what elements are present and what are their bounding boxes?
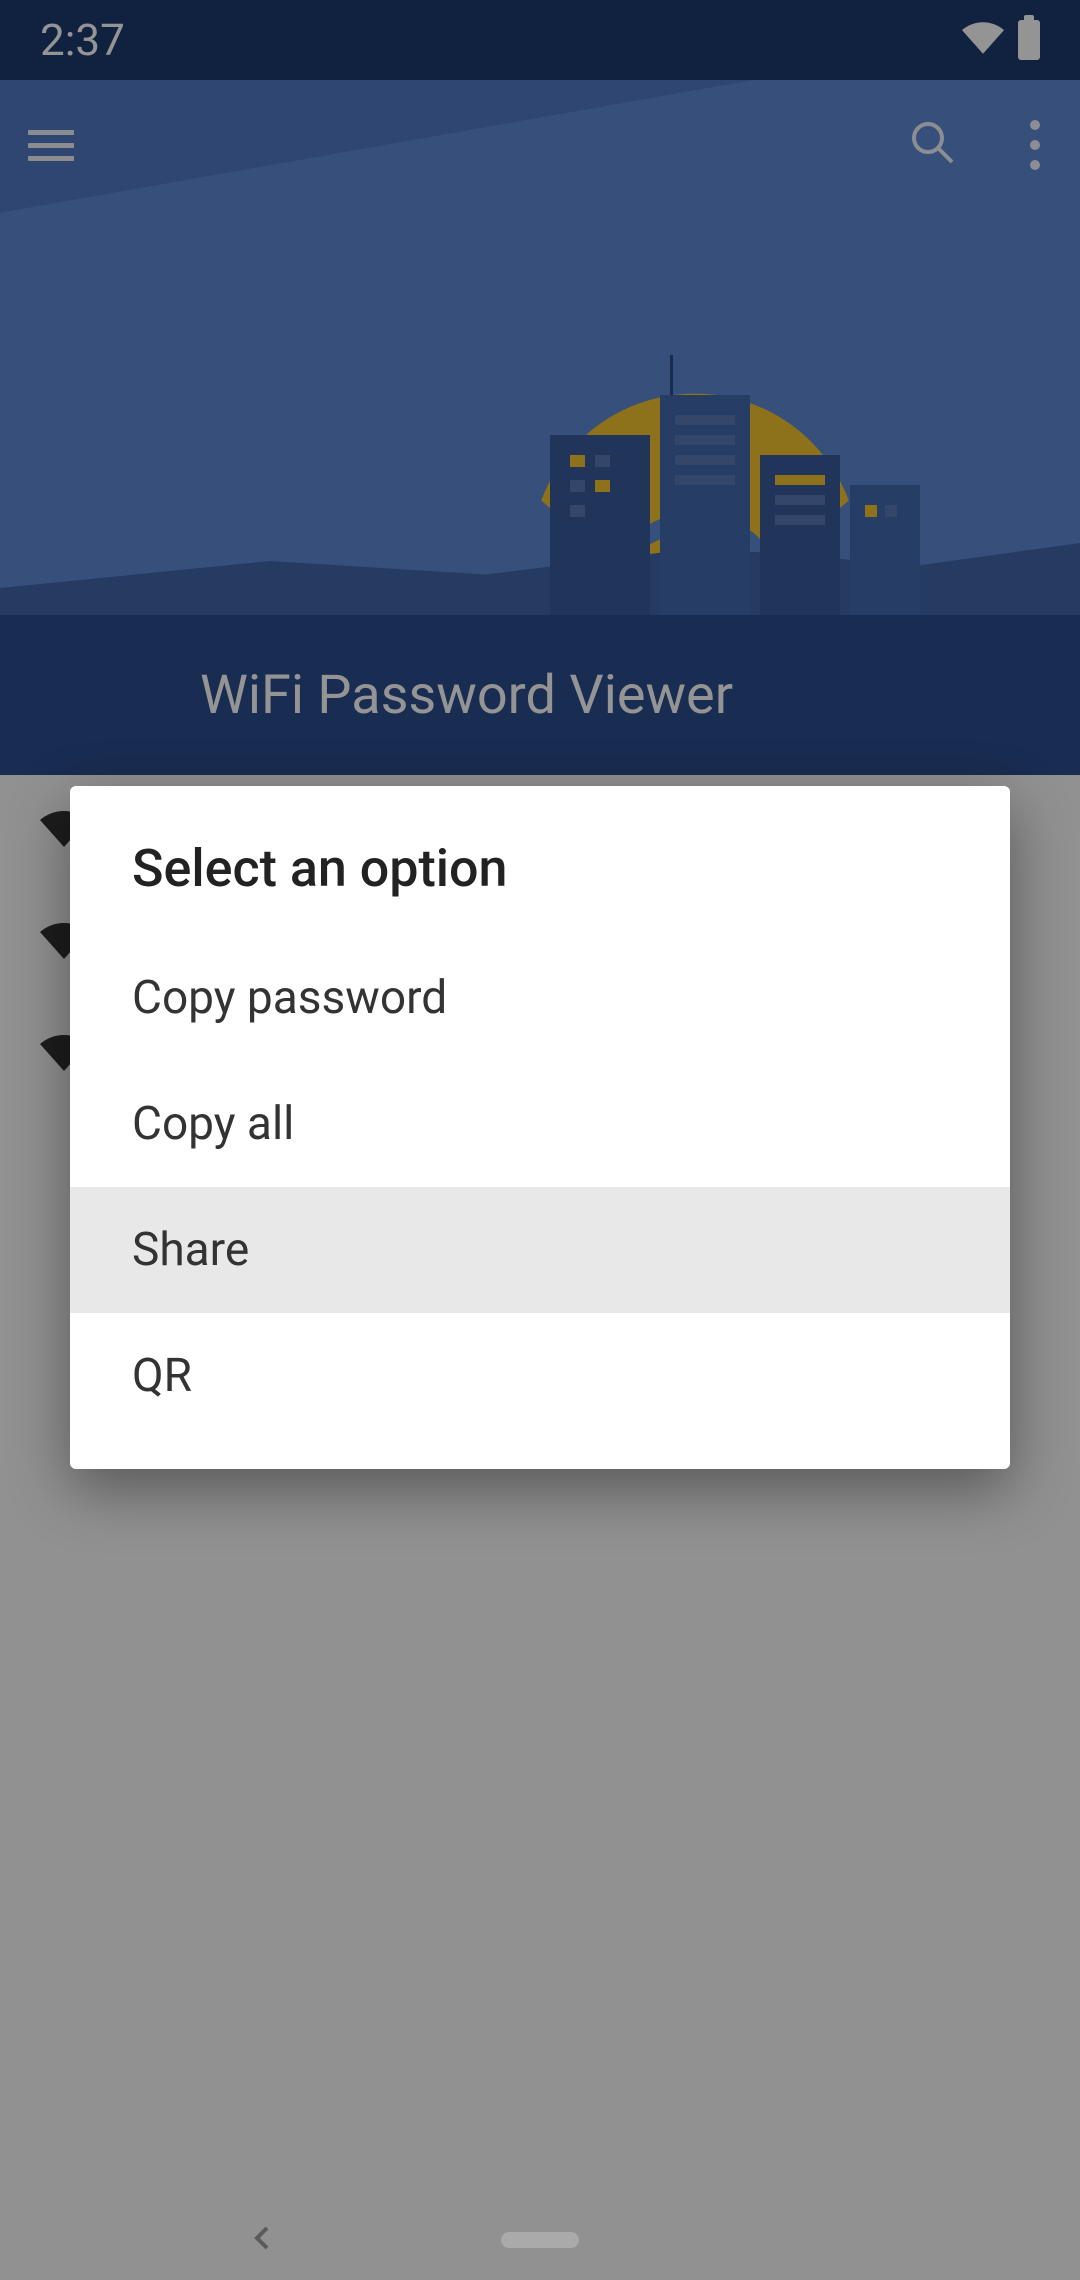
home-pill[interactable] [501, 2232, 579, 2248]
dialog-title: Select an option [70, 786, 1010, 935]
options-dialog: Select an option Copy password Copy all … [70, 786, 1010, 1469]
option-share[interactable]: Share [70, 1187, 1010, 1313]
dialog-options: Copy password Copy all Share QR [70, 935, 1010, 1439]
option-copy-all[interactable]: Copy all [70, 1061, 1010, 1187]
modal-overlay[interactable]: Select an option Copy password Copy all … [0, 0, 1080, 2280]
back-icon[interactable] [245, 2220, 281, 2260]
option-qr[interactable]: QR [70, 1313, 1010, 1439]
nav-bar [0, 2200, 1080, 2280]
dialog-padding [70, 1439, 1010, 1469]
option-copy-password[interactable]: Copy password [70, 935, 1010, 1061]
